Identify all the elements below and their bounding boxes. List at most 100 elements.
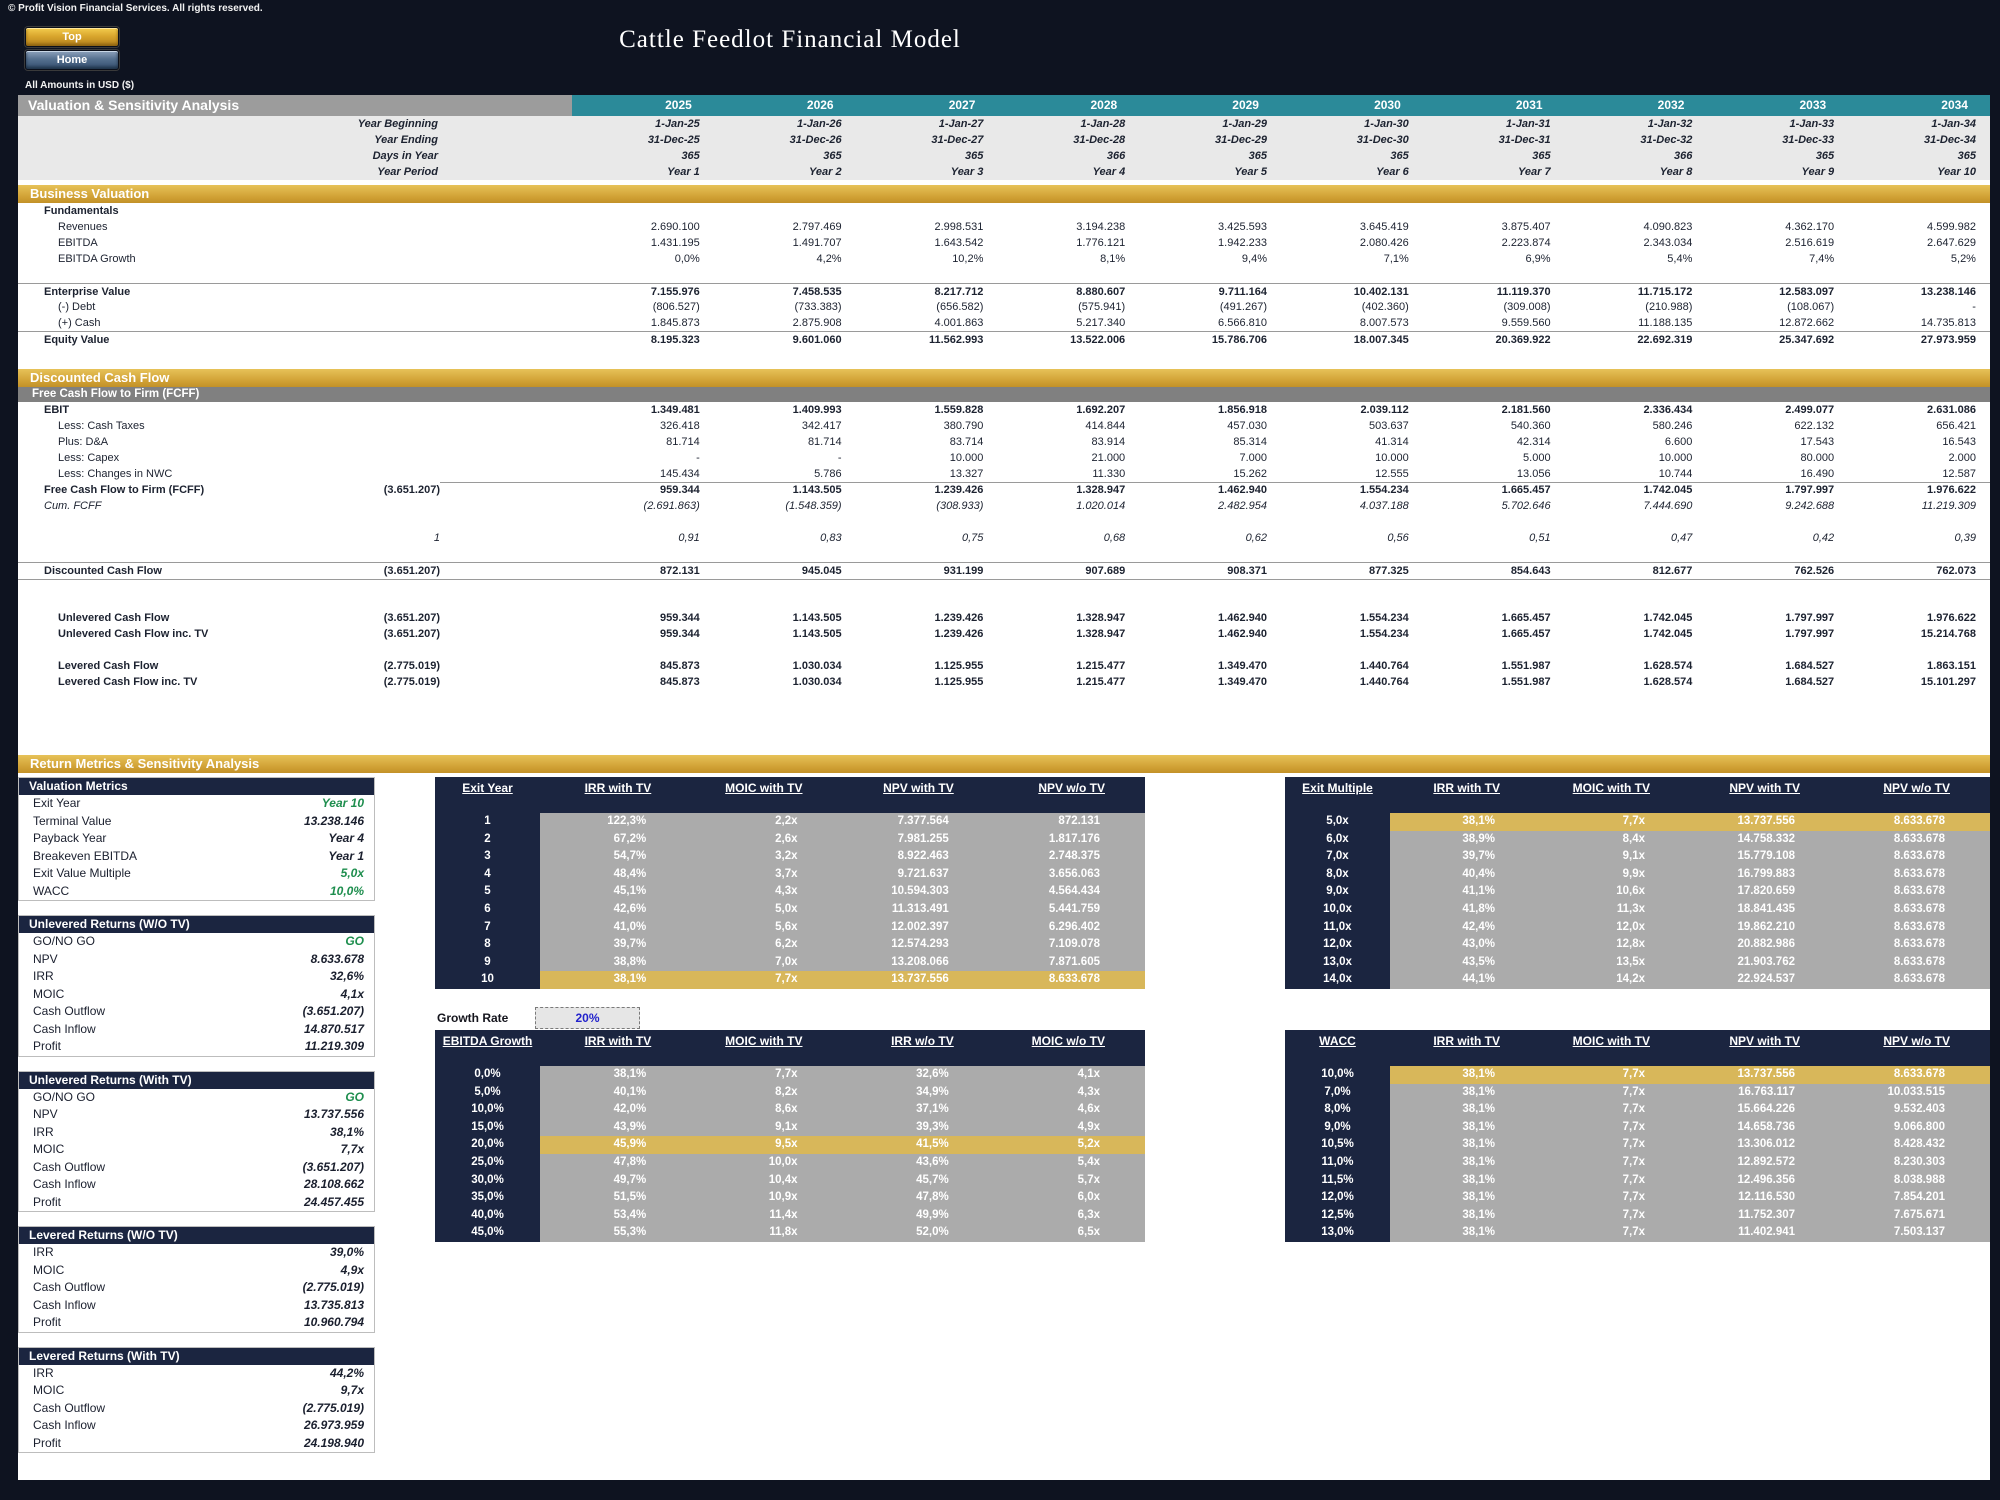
- year-header: 2033: [1706, 95, 1849, 116]
- sensitivity-row: 40,0% 53,4% 11,4x 49,9% 6,3x: [435, 1206, 1145, 1225]
- panel-col-header: MOIC with TV: [1572, 1034, 1650, 1048]
- row-key: 12,0%: [1285, 1189, 1390, 1207]
- table-row: 1 0,91 0,83 0,75 0,68 0,62 0,56 0,51 0,47 0,42 0,3…: [18, 530, 1990, 546]
- row-label: EBITDA Growth: [58, 253, 136, 265]
- table-row: [18, 347, 1990, 363]
- cell: Year 6: [1376, 166, 1409, 178]
- cell: 414.844: [1085, 420, 1126, 432]
- cell: 81.714: [807, 436, 842, 448]
- cell: 8.230.303: [1840, 1153, 1990, 1172]
- cell: 7,7x: [1540, 1118, 1690, 1137]
- cell: 2.080.426: [1359, 237, 1409, 249]
- sensitivity-row: 5,0x 38,1% 7,7x 13.737.556 8.633.678: [1285, 813, 1990, 831]
- cell: 12,8x: [1540, 936, 1690, 954]
- sensitivity-row: 10,5% 38,1% 7,7x 13.306.012 8.428.432: [1285, 1136, 1990, 1154]
- metric-row: IRR 44,2%: [19, 1365, 374, 1383]
- sensitivity-row: 13,0x 43,5% 13,5x 21.903.762 8.633.678: [1285, 953, 1990, 972]
- growth-rate-input[interactable]: 20%: [535, 1007, 640, 1029]
- cell: 38,1%: [1390, 1136, 1540, 1154]
- metric-label: MOIC: [33, 1383, 65, 1397]
- cell: 1.462.940: [1218, 612, 1267, 624]
- cell: 7,7x: [1540, 1153, 1690, 1172]
- cell: 5.786: [713, 466, 856, 483]
- row-key: 14,0x: [1285, 971, 1390, 989]
- cell: 7.377.564: [842, 813, 994, 831]
- metric-row: MOIC 4,1x: [19, 986, 374, 1004]
- cell: 1.143.505: [792, 484, 842, 496]
- cell: 8.633.678: [1840, 883, 1990, 901]
- row-key: 1: [435, 813, 540, 831]
- sensitivity-row: 15,0% 43,9% 9,1x 39,3% 4,9x: [435, 1118, 1145, 1137]
- sensitivity-row: 1 122,3% 2,2x 7.377.564 872.131: [435, 813, 1145, 831]
- cell: 1-Jan-25: [655, 118, 700, 130]
- metric-value: 10,0%: [329, 883, 364, 898]
- cell: 365: [823, 150, 842, 162]
- cell: 13.522.006: [997, 331, 1140, 348]
- cell: 872.131: [993, 813, 1145, 831]
- cell: 1.215.477: [1076, 676, 1126, 688]
- row-label: Discounted Cash Flow (3.651.207): [18, 562, 440, 580]
- cell: 8,2x: [691, 1083, 843, 1102]
- cell: 10,2%: [952, 253, 984, 265]
- cell: 13.737.556: [1690, 813, 1840, 831]
- cell: 1.665.457: [1501, 612, 1551, 624]
- cell: 32,6%: [842, 1066, 994, 1084]
- cell: 9.721.637: [842, 865, 994, 884]
- cell: 43,0%: [1390, 936, 1540, 954]
- table-row: EBIT 1.349.481 1.409.993 1.559.828 1.692.207…: [18, 402, 1990, 418]
- cell: 7,7x: [1540, 1189, 1690, 1207]
- cell: 8.633.678: [1840, 813, 1990, 831]
- cell: 48,4%: [540, 865, 692, 884]
- sensitivity-row: 12,5% 38,1% 7,7x 11.752.307 7.675.671: [1285, 1206, 1990, 1225]
- cell: 908.371: [1139, 562, 1281, 580]
- cell: 872.131: [572, 562, 714, 580]
- year-header: 2026: [713, 95, 856, 116]
- cell: 0,47: [1670, 532, 1693, 544]
- table-row: Revenues 2.690.100 2.797.469 2.998.531 3.194…: [18, 219, 1990, 235]
- cell: 1.665.457: [1501, 628, 1551, 640]
- cell: 365: [1248, 150, 1267, 162]
- sensitivity-row: 35,0% 51,5% 10,9x 47,8% 6,0x: [435, 1189, 1145, 1207]
- metric-row: GO/NO GO GO: [19, 933, 374, 951]
- cell: 1.863.151: [1927, 660, 1976, 672]
- cell: [1281, 203, 1423, 219]
- row-key: 13,0%: [1285, 1224, 1390, 1242]
- cell: 45,9%: [540, 1136, 692, 1154]
- metric-label: Cash Inflow: [33, 1021, 96, 1036]
- row-key: 9,0x: [1285, 883, 1390, 901]
- row-key: 45,0%: [435, 1224, 540, 1242]
- metric-box-title: Levered Returns (W/O TV): [19, 1227, 374, 1244]
- sensitivity-row: 10,0% 38,1% 7,7x 13.737.556 8.633.678: [1285, 1066, 1990, 1084]
- cell: 41,5%: [842, 1136, 994, 1154]
- sensitivity-table-exit-multiple: Exit Multiple IRR with TV MOIC with TV NPV …: [1285, 777, 1990, 989]
- metric-label: Profit: [33, 1435, 62, 1450]
- cell: 5.702.646: [1501, 500, 1551, 512]
- panel-col-header: IRR with TV: [1433, 1034, 1500, 1048]
- cell: 1.628.574: [1643, 660, 1693, 672]
- row-label: Days in Year: [372, 150, 438, 162]
- cell: 21.903.762: [1690, 953, 1840, 972]
- cell: 1.551.987: [1501, 660, 1551, 672]
- cell: 4,3x: [691, 883, 843, 901]
- metric-value: 28.108.662: [303, 1177, 364, 1191]
- panel-col-header: MOIC w/o TV: [1031, 1034, 1105, 1048]
- sensitivity-row: 3 54,7% 3,2x 8.922.463 2.748.375: [435, 848, 1145, 866]
- copyright-text: © Profit Vision Financial Services. All …: [8, 3, 263, 14]
- cell: 5,6x: [691, 918, 843, 937]
- cell: 45,1%: [540, 883, 692, 901]
- cell: 41,1%: [1390, 883, 1540, 901]
- cell: Year 3: [950, 166, 984, 178]
- cell: 3,7x: [691, 865, 843, 884]
- metric-value: (3.651.207): [302, 1159, 364, 1174]
- table-row: Equity Value 8.195.323 9.601.060 11.562.993…: [18, 331, 1990, 347]
- cell: 11.219.309: [1921, 500, 1976, 512]
- cell: 1.559.828: [934, 404, 984, 416]
- table-row: Levered Cash Flow inc. TV (2.775.019) 845.…: [18, 674, 1990, 690]
- row-label: (-) Debt: [58, 301, 96, 313]
- cell: 0,62: [1245, 532, 1267, 544]
- metric-value: GO: [345, 1089, 364, 1104]
- cell: 13,5x: [1540, 953, 1690, 972]
- metric-label: Payback Year: [33, 831, 107, 845]
- cell: 21.000: [1091, 452, 1126, 464]
- cell: 16.763.117: [1690, 1083, 1840, 1102]
